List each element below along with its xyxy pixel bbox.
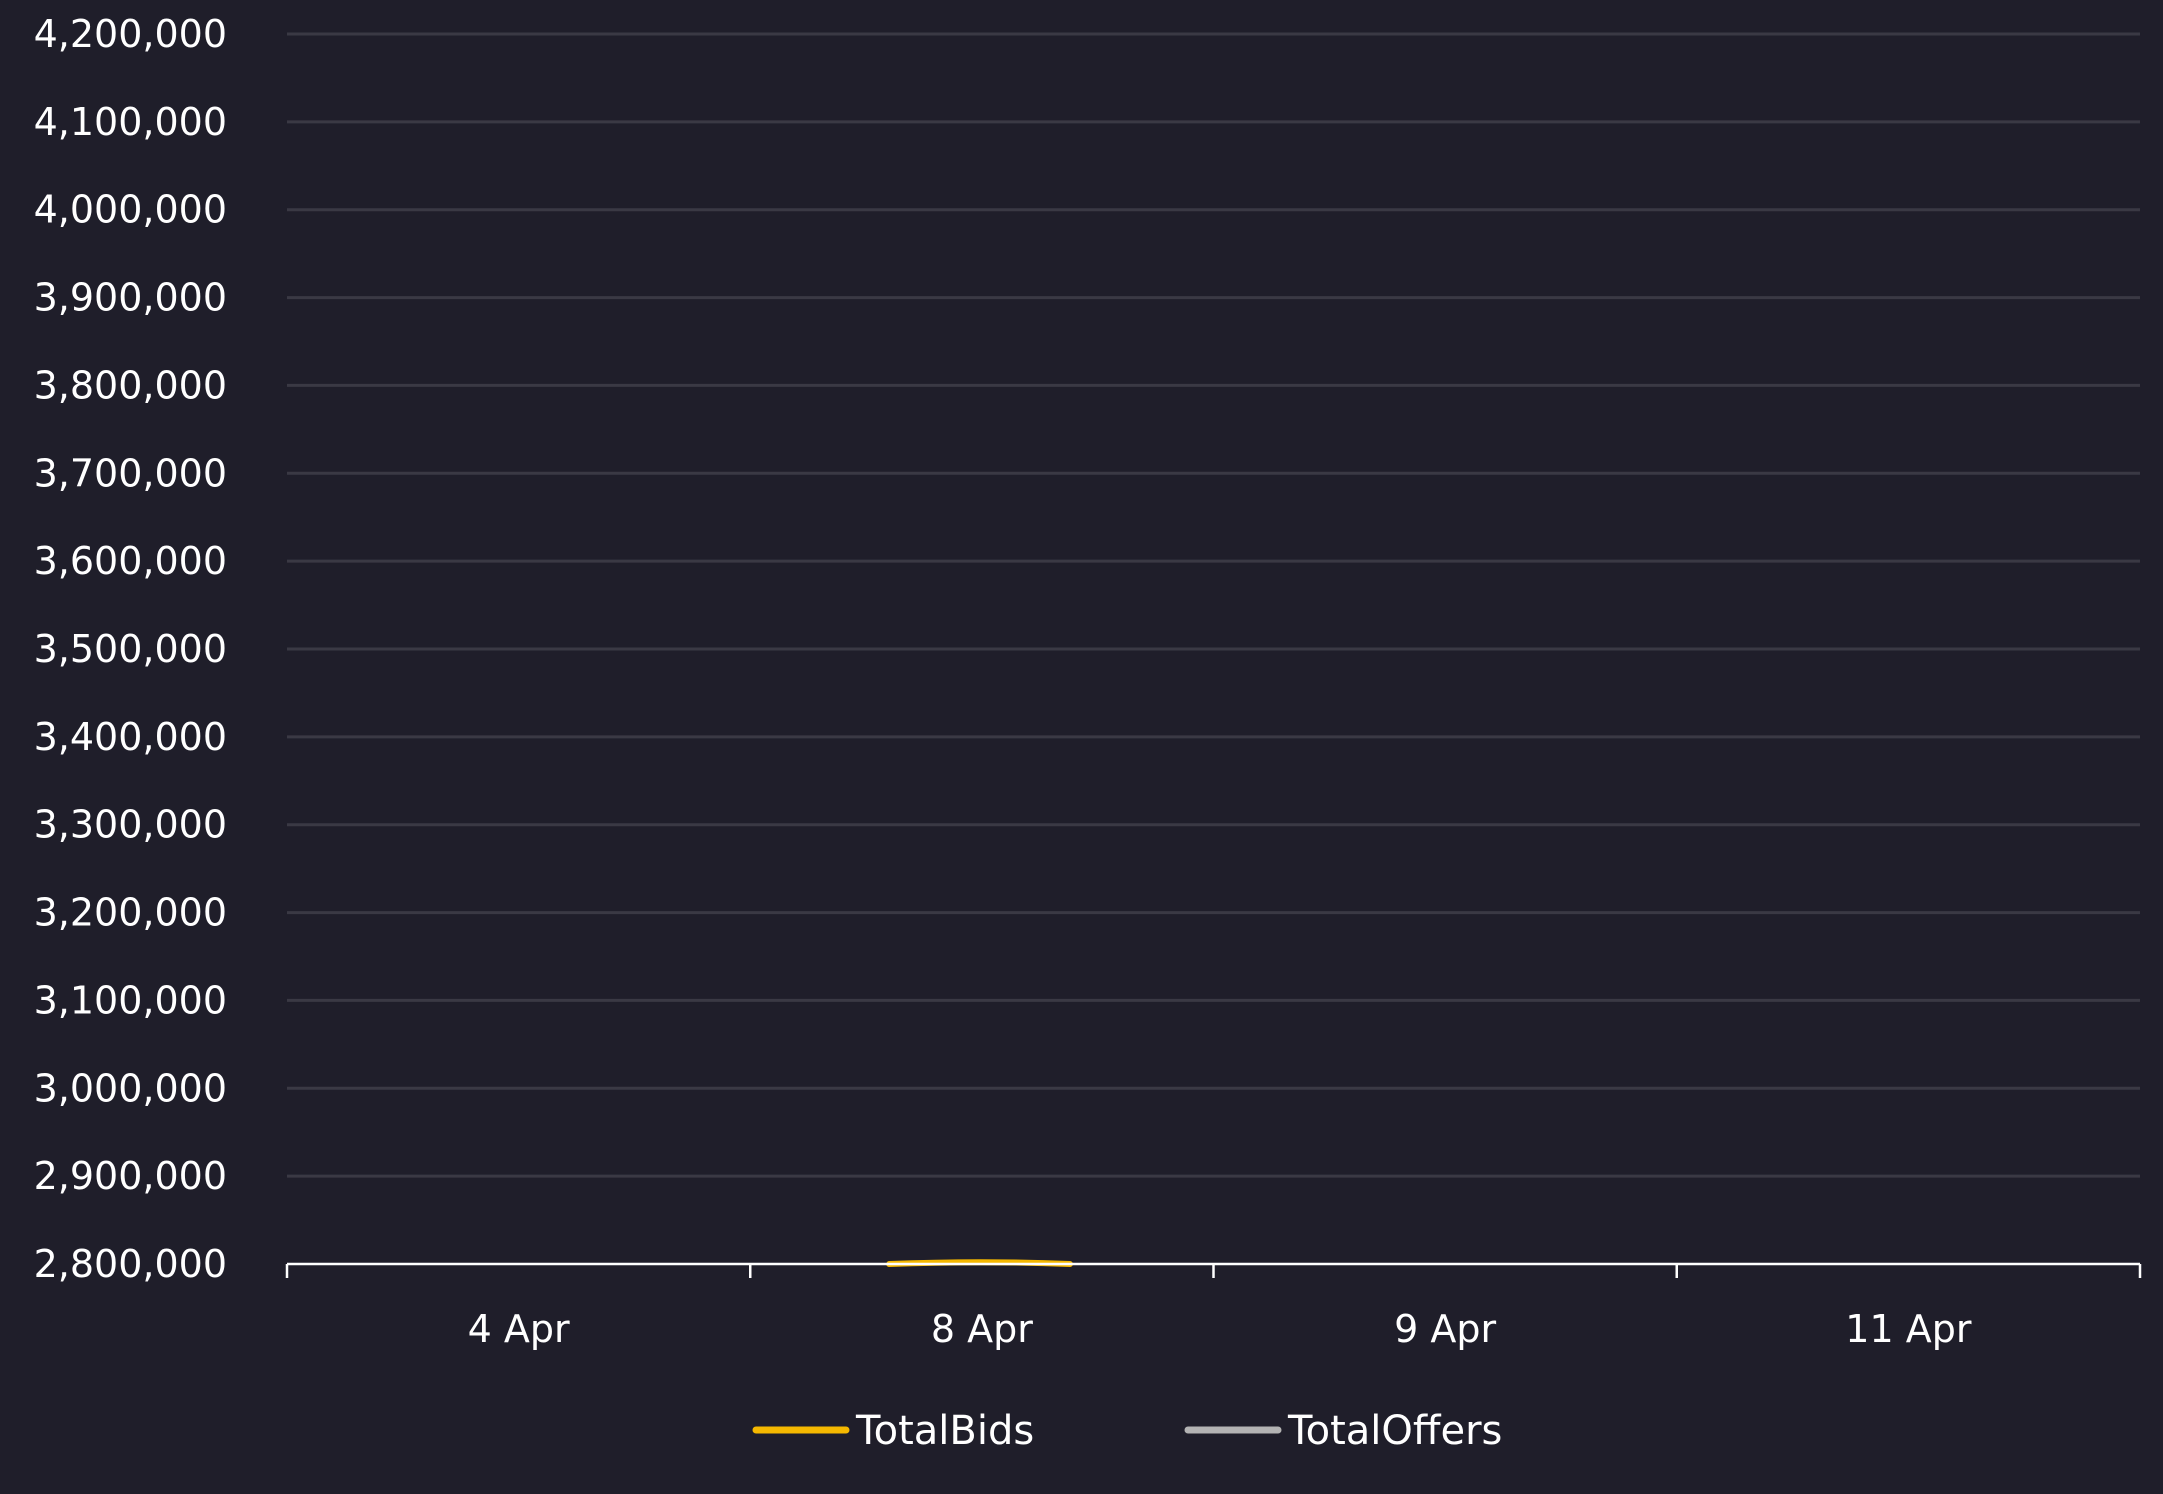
chart-container: 4,200,000 4,100,000 4,000,000 3,900,000 3,80…: [0, 0, 2163, 1490]
y-tick-label: 3,000,000: [34, 1066, 227, 1110]
y-tick-label: 4,200,000: [34, 12, 227, 56]
y-tick-label: 3,400,000: [34, 715, 227, 759]
y-tick-label: 3,300,000: [34, 803, 227, 847]
legend-label: TotalBids: [855, 1408, 1034, 1454]
y-tick-label: 3,800,000: [34, 363, 227, 407]
y-tick-label: 3,600,000: [34, 539, 227, 583]
x-axis: [285, 1262, 2142, 1278]
y-tick-label: 3,700,000: [34, 451, 227, 495]
legend-label: TotalOffers: [1287, 1408, 1502, 1454]
y-tick-label: 3,900,000: [34, 276, 227, 320]
y-axis-tick-labels: 4,200,000 4,100,000 4,000,000 3,900,000 3,80…: [34, 12, 227, 1286]
y-tick-label: 2,900,000: [34, 1154, 227, 1198]
legend-item-totalbids[interactable]: TotalBids: [752, 1408, 1034, 1454]
legend[interactable]: TotalBids TotalOffers: [752, 1408, 1502, 1454]
x-tick-label: 11 Apr: [1845, 1307, 1972, 1351]
line-chart: 4,200,000 4,100,000 4,000,000 3,900,000 3,80…: [34, 12, 2142, 1454]
grid-lines: [287, 32, 2140, 1178]
y-tick-label: 4,100,000: [34, 100, 227, 144]
x-tick-label: 9 Apr: [1394, 1307, 1496, 1351]
y-tick-label: 4,000,000: [34, 188, 227, 232]
legend-item-totaloffers[interactable]: TotalOffers: [1184, 1408, 1502, 1454]
y-tick-label: 3,500,000: [34, 627, 227, 671]
x-tick-label: 4 Apr: [468, 1307, 570, 1351]
x-axis-tick-labels: 4 Apr 8 Apr 9 Apr 11 Apr: [468, 1307, 1972, 1351]
y-tick-label: 3,200,000: [34, 891, 227, 935]
x-tick-label: 8 Apr: [931, 1307, 1033, 1351]
y-tick-label: 2,800,000: [34, 1242, 227, 1286]
y-tick-label: 3,100,000: [34, 978, 227, 1022]
